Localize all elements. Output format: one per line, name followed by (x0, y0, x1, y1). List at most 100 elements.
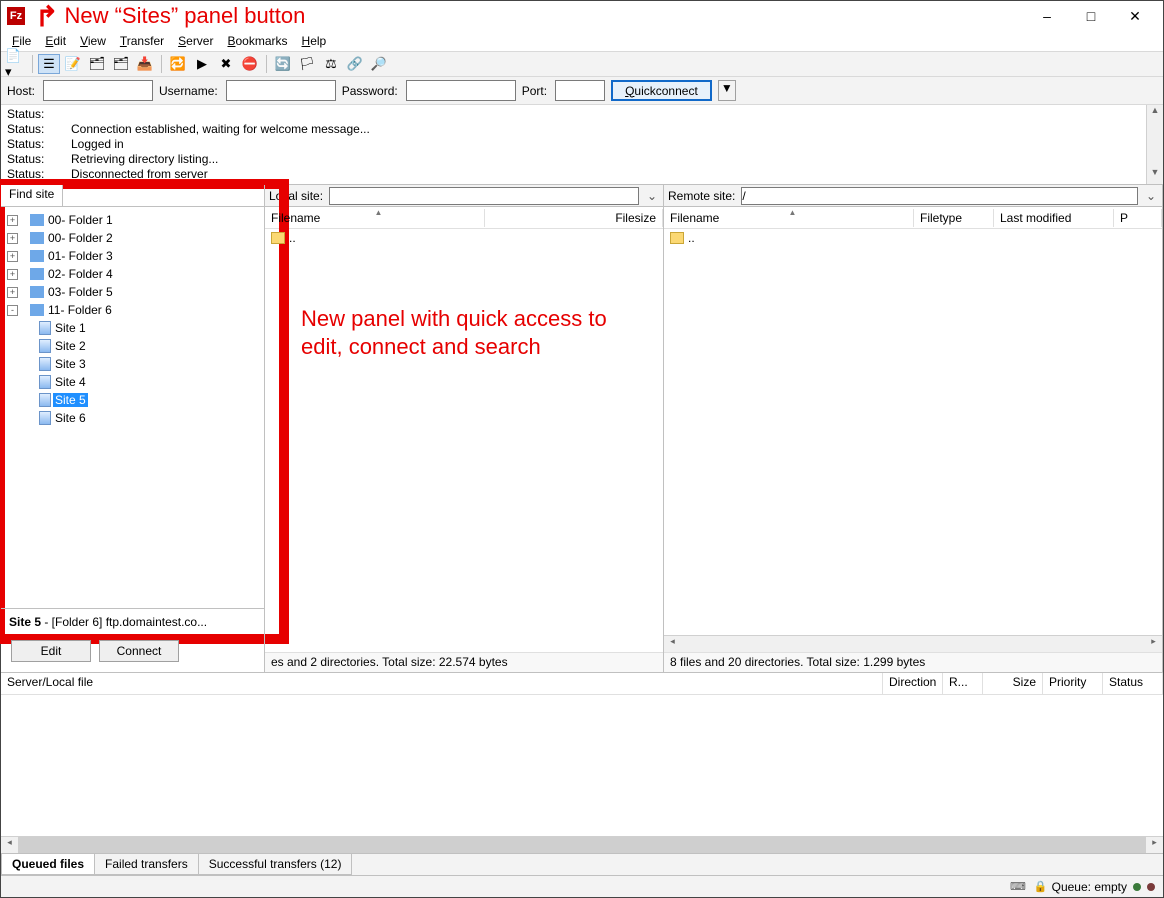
toggle-sites-panel-icon[interactable]: ☰ (38, 54, 60, 74)
username-input[interactable] (226, 80, 336, 101)
toggle-log-icon[interactable]: 📝 (62, 54, 84, 74)
maximize-button[interactable]: □ (1069, 2, 1113, 30)
refresh-icon[interactable]: 🔁 (167, 54, 189, 74)
queue-col-file[interactable]: Server/Local file (1, 673, 883, 694)
quickconnect-button[interactable]: Quickconnect (611, 80, 712, 101)
tree-folder[interactable]: +01- Folder 3 (3, 247, 262, 265)
tree-folder[interactable]: +03- Folder 5 (3, 283, 262, 301)
tree-folder[interactable]: +00- Folder 1 (3, 211, 262, 229)
toggle-local-tree-icon[interactable]: 🗂 (86, 54, 108, 74)
port-label: Port: (522, 84, 547, 98)
tab-queued[interactable]: Queued files (1, 854, 95, 875)
tree-folder[interactable]: +02- Folder 4 (3, 265, 262, 283)
menu-transfer[interactable]: Transfer (113, 33, 171, 49)
queue-hscroll[interactable]: ◂▸ (1, 836, 1163, 853)
folder-label: 11- Folder 6 (46, 303, 114, 317)
filter-icon[interactable]: 🏳 (296, 54, 318, 74)
activity-led-1 (1133, 883, 1141, 891)
menu-view[interactable]: View (73, 33, 113, 49)
folder-label: 00- Folder 2 (46, 231, 115, 245)
tab-failed[interactable]: Failed transfers (94, 854, 199, 875)
tree-site[interactable]: Site 6 (3, 409, 262, 427)
local-file-list[interactable]: .. (265, 229, 663, 652)
expand-icon[interactable]: + (7, 251, 18, 262)
folder-icon (30, 214, 44, 226)
remote-col-permissions[interactable]: P (1114, 209, 1162, 227)
folder-icon (30, 268, 44, 280)
main-area: New panel with quick access to edit, con… (1, 185, 1163, 673)
remote-hscroll[interactable]: ◂▸ (664, 635, 1162, 652)
remote-col-filetype[interactable]: Filetype (914, 209, 994, 227)
host-input[interactable] (43, 80, 153, 101)
status-bar: ⌨ 🔒 Queue: empty (1, 875, 1163, 897)
tree-site[interactable]: Site 4 (3, 373, 262, 391)
tree-folder[interactable]: +00- Folder 2 (3, 229, 262, 247)
log-key: Status: (7, 107, 47, 122)
menu-file[interactable]: File (5, 33, 38, 49)
folder-label: 02- Folder 4 (46, 267, 115, 281)
sync-browse-icon[interactable]: 🔗 (344, 54, 366, 74)
expand-icon[interactable]: - (7, 305, 18, 316)
cancel-icon[interactable]: ✖ (215, 54, 237, 74)
remote-path-input[interactable] (741, 187, 1138, 205)
reconnect-icon[interactable]: 🔄 (272, 54, 294, 74)
list-item[interactable]: .. (664, 229, 1162, 247)
list-item[interactable]: .. (265, 229, 663, 247)
queue-body[interactable] (1, 695, 1163, 836)
annotation-title: New “Sites” panel button (64, 3, 305, 29)
port-input[interactable] (555, 80, 605, 101)
connect-button[interactable]: Connect (99, 640, 179, 662)
local-col-filesize[interactable]: Filesize (485, 209, 663, 227)
tree-site[interactable]: Site 2 (3, 337, 262, 355)
tree-site[interactable]: Site 3 (3, 355, 262, 373)
expand-icon[interactable]: + (7, 233, 18, 244)
remote-col-filename[interactable]: Filename▲ (664, 209, 914, 227)
local-path-dropdown[interactable]: ⌄ (645, 189, 659, 203)
folder-icon (271, 232, 285, 244)
app-icon: Fz (7, 7, 25, 25)
site-label: Site 4 (53, 375, 88, 389)
folder-label: 01- Folder 3 (46, 249, 115, 263)
tree-site[interactable]: Site 1 (3, 319, 262, 337)
disconnect-icon[interactable]: ⛔ (239, 54, 261, 74)
queue-col-priority[interactable]: Priority (1043, 673, 1103, 694)
remote-path-dropdown[interactable]: ⌄ (1144, 189, 1158, 203)
remote-col-modified[interactable]: Last modified (994, 209, 1114, 227)
toggle-queue-icon[interactable]: 📥 (134, 54, 156, 74)
local-path-input[interactable] (329, 187, 639, 205)
folder-label: 03- Folder 5 (46, 285, 115, 299)
process-queue-icon[interactable]: ▶ (191, 54, 213, 74)
quickconnect-dropdown[interactable]: ▼ (718, 80, 736, 101)
expand-icon[interactable]: + (7, 269, 18, 280)
folder-icon (30, 286, 44, 298)
minimize-button[interactable]: – (1025, 2, 1069, 30)
tree-folder[interactable]: - 11- Folder 6 (3, 301, 262, 319)
local-col-filename[interactable]: Filename▲ (265, 209, 485, 227)
menu-edit[interactable]: Edit (38, 33, 73, 49)
expand-icon[interactable]: + (7, 287, 18, 298)
site-label: Site 6 (53, 411, 88, 425)
queue-col-remote[interactable]: R... (943, 673, 983, 694)
sites-tree[interactable]: +00- Folder 1+00- Folder 2+01- Folder 3+… (1, 207, 264, 608)
toggle-remote-tree-icon[interactable]: 🗂 (110, 54, 132, 74)
site-manager-icon[interactable]: 📄▾ (5, 54, 27, 74)
menubar: File Edit View Transfer Server Bookmarks… (1, 31, 1163, 51)
tab-successful[interactable]: Successful transfers (12) (198, 854, 353, 875)
quickconnect-bar: Host: Username: Password: Port: Quickcon… (1, 77, 1163, 105)
menu-server[interactable]: Server (171, 33, 220, 49)
queue-col-direction[interactable]: Direction (883, 673, 943, 694)
menu-bookmarks[interactable]: Bookmarks (220, 33, 294, 49)
expand-icon[interactable]: + (7, 215, 18, 226)
remote-file-list[interactable]: .. (664, 229, 1162, 635)
log-scrollbar[interactable]: ▲▼ (1146, 105, 1163, 184)
tree-site[interactable]: Site 5 (3, 391, 262, 409)
password-input[interactable] (406, 80, 516, 101)
menu-help[interactable]: Help (295, 33, 334, 49)
find-site-tab[interactable]: Find site (1, 185, 63, 206)
compare-icon[interactable]: ⚖ (320, 54, 342, 74)
edit-button[interactable]: Edit (11, 640, 91, 662)
queue-col-size[interactable]: Size (983, 673, 1043, 694)
search-icon[interactable]: 🔎 (368, 54, 390, 74)
close-button[interactable]: ✕ (1113, 2, 1157, 30)
queue-col-status[interactable]: Status (1103, 673, 1163, 694)
